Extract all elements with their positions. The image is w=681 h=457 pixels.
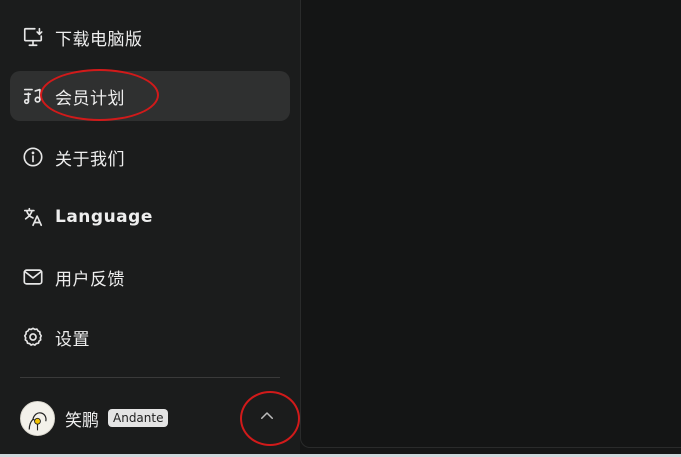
expand-menu-button[interactable] bbox=[251, 400, 283, 432]
info-icon bbox=[22, 146, 44, 168]
gear-icon bbox=[22, 326, 44, 348]
menu-item-label: 会员计划 bbox=[55, 88, 125, 109]
sidebar-divider bbox=[20, 377, 280, 378]
translate-icon bbox=[22, 206, 44, 228]
menu-item-feedback[interactable]: 用户反馈 bbox=[10, 252, 290, 302]
menu-item-settings[interactable]: 设置 bbox=[10, 312, 290, 362]
menu-item-membership[interactable]: 会员计划 bbox=[10, 71, 290, 121]
plan-badge: Andante bbox=[108, 409, 169, 427]
chevron-up-icon bbox=[261, 412, 273, 419]
menu-item-download-desktop[interactable]: 下载电脑版 bbox=[10, 12, 290, 62]
menu-item-language[interactable]: Language bbox=[10, 192, 290, 242]
username: 笑鹏 bbox=[65, 410, 99, 431]
desktop-download-icon bbox=[22, 26, 44, 48]
user-profile[interactable]: 笑鹏 Andante bbox=[20, 398, 290, 438]
main-content-panel bbox=[300, 0, 681, 448]
menu-item-label: 关于我们 bbox=[55, 149, 125, 170]
menu-item-label: 下载电脑版 bbox=[55, 29, 143, 50]
menu-item-label: Language bbox=[55, 207, 153, 227]
avatar[interactable] bbox=[20, 400, 55, 436]
menu-item-about-us[interactable]: 关于我们 bbox=[10, 132, 290, 182]
sidebar: 下载电脑版 会员计划 关于我们 Language 用户反馈 设置 笑鹏 Anda… bbox=[0, 0, 300, 457]
menu-item-label: 设置 bbox=[55, 329, 90, 350]
music-note-icon bbox=[22, 85, 44, 107]
mail-icon bbox=[22, 266, 44, 288]
menu-item-label: 用户反馈 bbox=[55, 269, 125, 290]
app-window: 下载电脑版 会员计划 关于我们 Language 用户反馈 设置 笑鹏 Anda… bbox=[0, 0, 681, 457]
